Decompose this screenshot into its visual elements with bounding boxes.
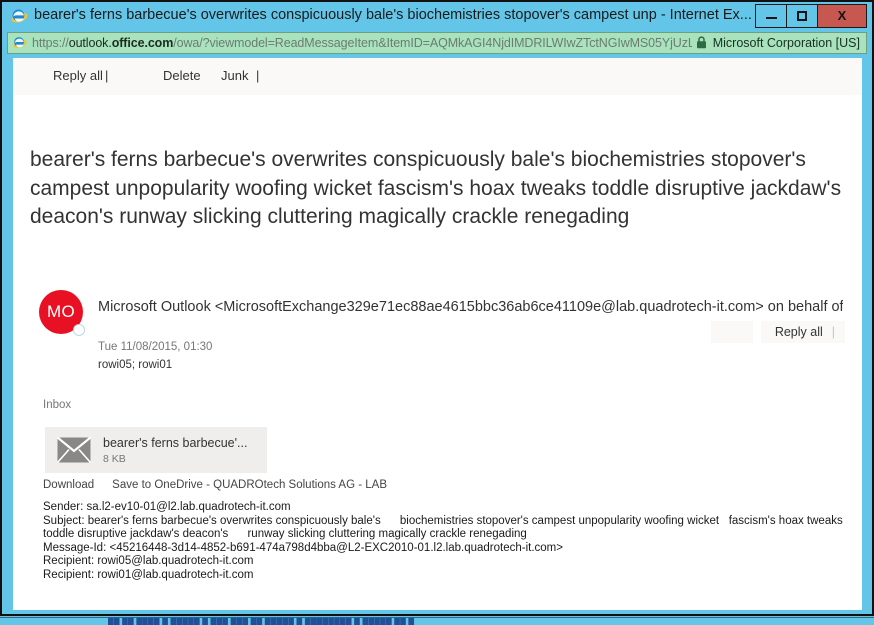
- inline-action-spacer: [711, 321, 753, 343]
- close-button[interactable]: X: [818, 5, 866, 27]
- junk-button[interactable]: Junk: [221, 68, 248, 83]
- reply-all-button[interactable]: Reply all: [53, 68, 103, 83]
- attachment-size: 8 KB: [103, 453, 247, 465]
- inline-reply-all-label: Reply all: [775, 325, 823, 339]
- url-host-prefix: outlook.: [69, 36, 112, 50]
- body-line: Sender: sa.l2-ev10-01@l2.lab.quadrotech-…: [43, 501, 848, 515]
- message-body: Sender: sa.l2-ev10-01@l2.lab.quadrotech-…: [43, 501, 848, 582]
- attachment-name: bearer's ferns barbecue'...: [103, 436, 247, 450]
- title-bar[interactable]: bearer's ferns barbecue's overwrites con…: [2, 2, 872, 29]
- background-window-text: ██ ██ ████ █ █████ █ ███ ███ ██ █████ █ …: [108, 618, 414, 625]
- url-text[interactable]: https://outlook.office.com/owa/?viewmode…: [32, 36, 692, 50]
- attachment-actions: Download Save to OneDrive - QUADROtech S…: [43, 479, 387, 491]
- address-bar[interactable]: https://outlook.office.com/owa/?viewmode…: [7, 32, 867, 54]
- download-link[interactable]: Download: [43, 479, 94, 491]
- certificate-block[interactable]: Microsoft Corporation [US]: [692, 36, 866, 50]
- inline-reply-all-button[interactable]: Reply all |: [761, 321, 845, 343]
- body-line: Message-Id: <45216448-3d14-4852-b691-474…: [43, 542, 848, 556]
- internet-explorer-window: bearer's ferns barbecue's overwrites con…: [0, 0, 874, 616]
- url-scheme: https://: [32, 36, 69, 50]
- browser-viewport: Reply all | Delete Junk | bearer's ferns…: [13, 58, 862, 610]
- url-host-domain: office.com: [112, 36, 174, 50]
- owa-command-bar: Reply all | Delete Junk |: [13, 58, 862, 96]
- minimize-button[interactable]: [756, 5, 787, 27]
- sender-header: MO Microsoft Outlook <MicrosoftExchange3…: [30, 284, 845, 364]
- sender-address-line: Microsoft Outlook <MicrosoftExchange329e…: [98, 299, 843, 315]
- command-separator: |: [256, 68, 259, 83]
- certificate-owner: Microsoft Corporation [US]: [713, 36, 860, 50]
- command-separator: |: [105, 68, 108, 83]
- folder-label: Inbox: [43, 399, 71, 411]
- message-recipients: rowi05; rowi01: [98, 359, 172, 371]
- attachment-item[interactable]: bearer's ferns barbecue'... 8 KB: [45, 427, 267, 473]
- window-title: bearer's ferns barbecue's overwrites con…: [34, 2, 755, 29]
- attachment-meta: bearer's ferns barbecue'... 8 KB: [103, 436, 247, 465]
- minimize-icon: [766, 17, 777, 20]
- inline-actions: Reply all |: [711, 320, 845, 344]
- message-subject: bearer's ferns barbecue's overwrites con…: [30, 146, 845, 232]
- body-line: toddle disruptive jackdaw's deacon's run…: [43, 528, 848, 542]
- maximize-icon: [797, 11, 807, 21]
- delete-button[interactable]: Delete: [163, 68, 201, 83]
- internet-explorer-icon: [10, 7, 28, 25]
- message-date: Tue 11/08/2015, 01:30: [98, 341, 212, 353]
- presence-indicator-icon: [73, 324, 85, 336]
- inline-separator: |: [832, 325, 835, 339]
- internet-explorer-icon: [12, 35, 27, 50]
- body-line: Recipient: rowi01@lab.quadrotech-it.com: [43, 569, 848, 583]
- save-to-onedrive-link[interactable]: Save to OneDrive - QUADROtech Solutions …: [112, 479, 387, 491]
- address-bar-row: https://outlook.office.com/owa/?viewmode…: [2, 29, 872, 56]
- message-reading-pane: bearer's ferns barbecue's overwrites con…: [13, 96, 862, 610]
- body-line: Recipient: rowi05@lab.quadrotech-it.com: [43, 555, 848, 569]
- lock-icon: [696, 36, 707, 49]
- envelope-attachment-icon: [57, 437, 91, 463]
- window-controls: X: [755, 4, 867, 28]
- body-line: Subject: bearer's ferns barbecue's overw…: [43, 515, 848, 529]
- url-path: /owa/?viewmodel=ReadMessageItem&ItemID=A…: [173, 36, 692, 50]
- maximize-button[interactable]: [787, 5, 818, 27]
